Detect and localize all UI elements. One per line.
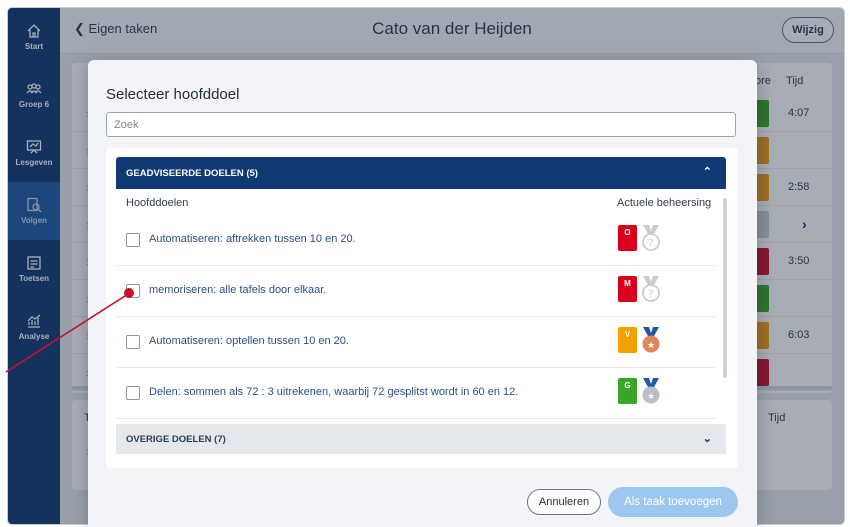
- column-header-mastery: Actuele beheersing: [617, 197, 712, 209]
- goals-panel: GEADVISEERDE DOELEN (5) ⌃ Hoofddoelen Ac…: [106, 148, 738, 468]
- grey-medal-icon: ?: [642, 276, 660, 302]
- svg-text:★: ★: [647, 392, 655, 402]
- svg-text:?: ?: [648, 238, 653, 249]
- goal-label: memoriseren: alle tafels door elkaar.: [149, 284, 327, 296]
- other-goals-section-header[interactable]: OVERIGE DOELEN (7) ⌄: [116, 424, 726, 454]
- goal-checkbox[interactable]: [126, 386, 140, 400]
- add-as-task-button[interactable]: Als taak toevoegen: [608, 487, 738, 517]
- goal-row[interactable]: memoriseren: alle tafels door elkaar. M …: [116, 266, 716, 317]
- svg-text:★: ★: [647, 341, 655, 351]
- column-header-goals: Hoofddoelen: [126, 197, 189, 209]
- advised-goals-section-header[interactable]: GEADVISEERDE DOELEN (5) ⌃: [116, 157, 726, 189]
- grey-medal-icon: ?: [642, 225, 660, 251]
- goal-row[interactable]: Automatiseren: aftrekken tussen 10 en 20…: [116, 215, 716, 266]
- chevron-down-icon: ⌄: [702, 433, 712, 445]
- goal-row[interactable]: Automatiseren: optellen tussen 10 en 20.…: [116, 317, 716, 368]
- search-input[interactable]: [106, 112, 736, 137]
- mastery-badge: G: [618, 378, 637, 404]
- goal-checkbox[interactable]: [126, 335, 140, 349]
- goal-label: Automatiseren: aftrekken tussen 10 en 20…: [149, 233, 356, 245]
- mastery-badge: V: [618, 327, 637, 353]
- mastery-badge: M: [618, 276, 637, 302]
- goals-scrollbar[interactable]: [723, 198, 727, 378]
- mastery-badge: O: [618, 225, 637, 251]
- bronze-medal-icon: ★: [642, 327, 660, 353]
- svg-text:?: ?: [648, 289, 653, 300]
- silver-medal-icon: ★: [642, 378, 660, 404]
- cancel-button[interactable]: Annuleren: [527, 489, 601, 515]
- section-title: GEADVISEERDE DOELEN (5): [126, 167, 258, 179]
- chevron-up-icon: ⌃: [702, 166, 712, 178]
- goal-label: Delen: sommen als 72 : 3 uitrekenen, waa…: [149, 386, 519, 398]
- dialog-title: Selecteer hoofddoel: [106, 86, 240, 103]
- goal-label: Automatiseren: optellen tussen 10 en 20.: [149, 335, 349, 347]
- goal-checkbox[interactable]: [126, 284, 140, 298]
- select-main-goal-dialog: Selecteer hoofddoel GEADVISEERDE DOELEN …: [88, 60, 757, 527]
- goal-checkbox[interactable]: [126, 233, 140, 247]
- goal-row[interactable]: Delen: sommen als 72 : 3 uitrekenen, waa…: [116, 368, 716, 419]
- section-title: OVERIGE DOELEN (7): [126, 433, 226, 445]
